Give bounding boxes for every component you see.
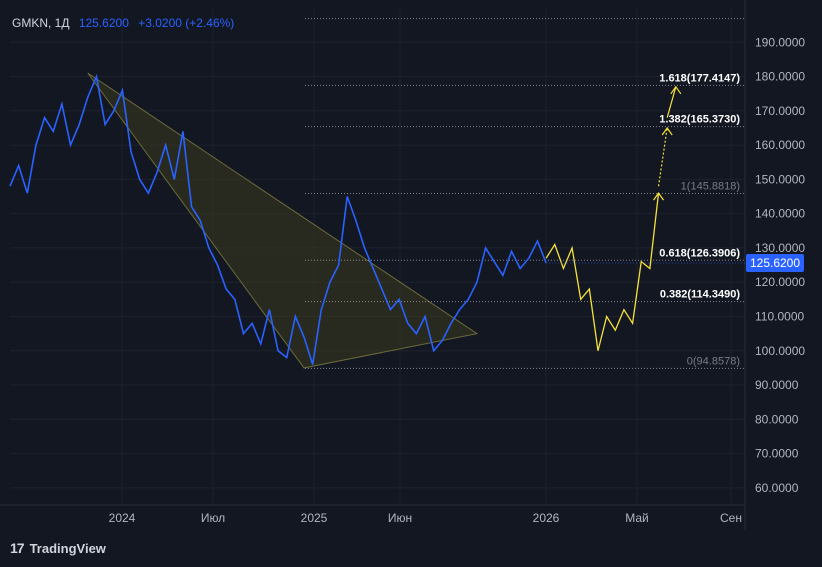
price-chart[interactable]: 60.0000 70.0000 80.0000 90.0000 100.0000 110.… — [0, 0, 822, 567]
fib-level-label: 1(145.8818) — [681, 180, 740, 192]
x-tick-label: 2026 — [533, 511, 560, 525]
fib-level-label: 1.382(165.3730) — [659, 114, 740, 126]
y-tick-label: 60.0000 — [755, 481, 799, 495]
symbol-legend: GMKN, 1Д 125.6200 +3.0200 (+2.46%) — [12, 16, 234, 30]
y-tick-label: 150.0000 — [755, 172, 805, 186]
y-tick-label: 120.0000 — [755, 275, 805, 289]
y-tick-label: 160.0000 — [755, 138, 805, 152]
change-value: +3.0200 (+2.46%) — [138, 16, 235, 30]
tradingview-logo-icon: 17 — [10, 540, 25, 556]
x-tick-label: Июл — [201, 511, 225, 525]
y-tick-label: 190.0000 — [755, 35, 805, 49]
chart-frame[interactable]: 60.0000 70.0000 80.0000 90.0000 100.0000 110.… — [0, 0, 822, 567]
y-tick-label: 130.0000 — [755, 241, 805, 255]
y-tick-label: 180.0000 — [755, 70, 805, 84]
y-tick-label: 80.0000 — [755, 412, 799, 426]
projection-arrow-line[interactable] — [657, 127, 668, 187]
y-tick-label: 70.0000 — [755, 447, 799, 461]
y-tick-label: 100.0000 — [755, 344, 805, 358]
symbol-label: GMKN, 1Д — [12, 16, 70, 30]
x-tick-label: Сен — [720, 511, 742, 525]
y-tick-label: 90.0000 — [755, 378, 799, 392]
last-value: 125.6200 — [78, 16, 129, 30]
fib-level-label: 1.618(177.4147) — [659, 72, 740, 84]
brand-name: TradingView — [29, 540, 106, 556]
x-tick-label: Июн — [388, 511, 412, 525]
y-tick-label: 140.0000 — [755, 207, 805, 221]
fib-level-label: 0.382(114.3490) — [660, 289, 740, 301]
x-tick-label: 2025 — [301, 511, 328, 525]
y-tick-label: 170.0000 — [755, 104, 805, 118]
y-tick-label: 110.0000 — [755, 309, 804, 323]
x-tick-label: Май — [625, 511, 649, 525]
fib-level-label: 0.618(126.3906) — [659, 247, 740, 259]
x-tick-label: 2024 — [109, 511, 136, 525]
projection-path[interactable] — [545, 193, 660, 351]
fib-level-label: 0(94.8578) — [687, 355, 740, 367]
triangle-pattern[interactable] — [87, 72, 479, 369]
tradingview-brand[interactable]: 17 TradingView — [10, 540, 106, 556]
current-price-tag: 125.6200 — [746, 253, 804, 272]
